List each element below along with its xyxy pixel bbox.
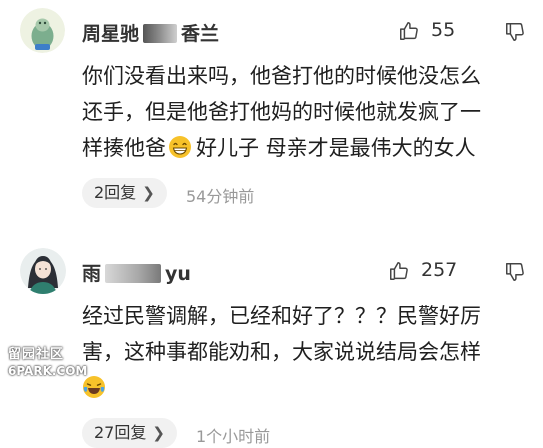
comment-line <box>82 370 532 406</box>
name-censor-mask <box>105 264 162 283</box>
user-name-prefix: 雨 <box>82 263 102 285</box>
avatar[interactable] <box>20 8 65 53</box>
user-name-prefix: 周星驰 <box>82 23 140 45</box>
avatar-image <box>20 8 65 53</box>
like-count: 257 <box>421 259 458 281</box>
thumbs-down-icon[interactable] <box>504 261 526 283</box>
comment-line: 还手，但是他爸打他妈的时候他就发疯了一 <box>82 100 481 124</box>
replies-label: 2回复 <box>94 183 137 202</box>
comment-text: 经过民警调解，已经和好了？？？民警好厉 害，这种事都能劝和，大家说说结局会怎样 <box>82 298 532 406</box>
comment-item: 雨 yu 257 经过民警调解，已经和好了？？？民警好厉 害，这种事都能劝和，大家… <box>0 232 543 448</box>
avatar[interactable] <box>20 248 66 294</box>
avatar-image <box>20 248 66 294</box>
comment-line-head: 样揍他爸 <box>82 136 166 160</box>
comment-text: 你们没看出来吗，他爸打他的时候他没怎么 还手，但是他爸打他妈的时候他就发疯了一 … <box>82 58 532 166</box>
name-censor-mask <box>143 24 178 43</box>
replies-button[interactable]: 27回复 ❯ <box>82 418 177 448</box>
watermark-text: 留园社区 <box>8 347 65 362</box>
chevron-right-icon: ❯ <box>152 424 165 442</box>
timestamp: 1个小时前 <box>196 427 271 446</box>
site-watermark: 留园社区 6PARK.COM <box>8 346 100 380</box>
user-name-suffix: yu <box>165 263 191 285</box>
chevron-right-icon: ❯ <box>142 184 155 202</box>
comment-line: 你们没看出来吗，他爸打他的时候他没怎么 <box>82 64 481 88</box>
comment-line: 经过民警调解，已经和好了？？？民警好厉 <box>82 304 481 328</box>
thumbs-down-icon[interactable] <box>504 21 526 43</box>
timestamp: 54分钟前 <box>186 187 255 206</box>
user-name[interactable]: 周星驰 香兰 <box>82 19 219 46</box>
replies-button[interactable]: 2回复 ❯ <box>82 178 167 208</box>
watermark-url: 6PARK.COM <box>8 364 88 378</box>
thumbs-up-icon[interactable] <box>388 260 410 282</box>
user-name-suffix: 香兰 <box>181 23 220 45</box>
thumbs-up-icon[interactable] <box>398 20 420 42</box>
like-count: 55 <box>431 19 456 41</box>
user-name[interactable]: 雨 yu <box>82 259 191 286</box>
replies-label: 27回复 <box>94 423 147 442</box>
comment-line-tail: 好儿子 母亲才是最伟大的女人 <box>196 136 476 160</box>
comment-line: 害，这种事都能劝和，大家说说结局会怎样 <box>82 340 481 364</box>
grinning-face-emoji-icon <box>169 136 191 158</box>
comment-item: 周星驰 香兰 55 你们没看出来吗，他爸打他的时候他没怎么 还手，但是他爸打他妈的… <box>0 0 543 222</box>
comment-line: 样揍他爸 好儿子 母亲才是最伟大的女人 <box>82 130 532 166</box>
